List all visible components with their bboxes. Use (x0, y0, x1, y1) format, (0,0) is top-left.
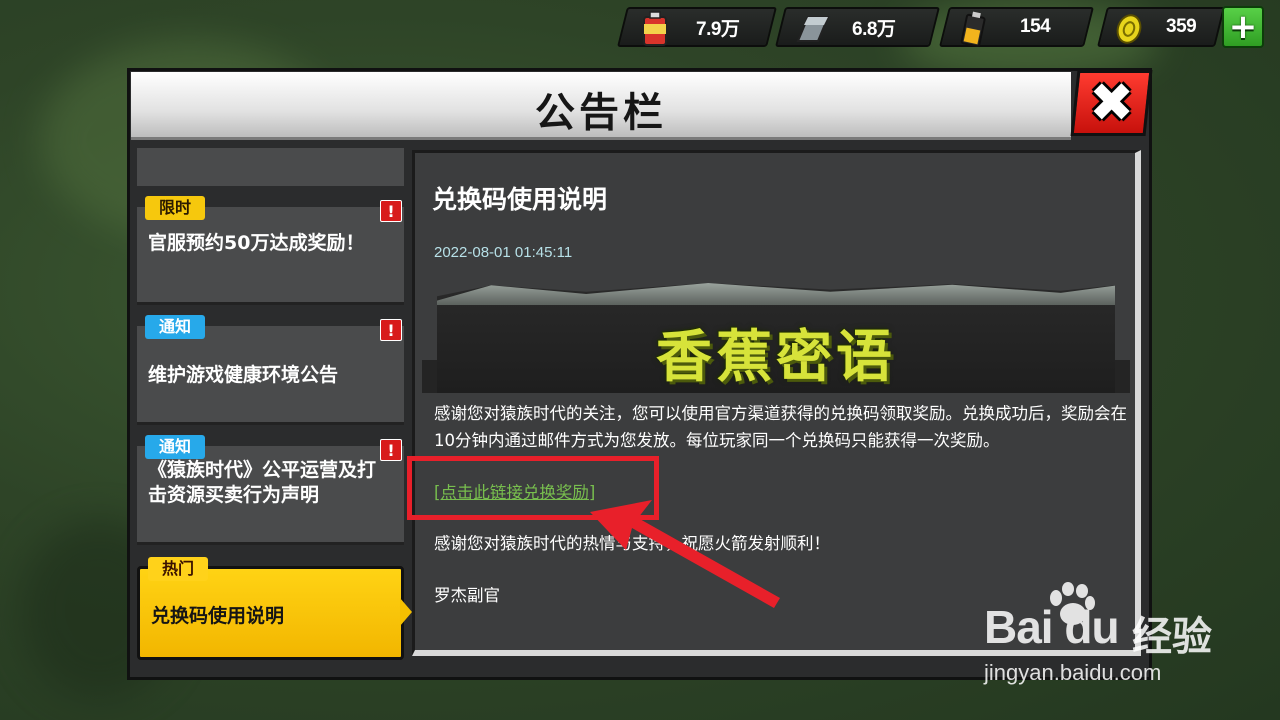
annotation-arrow-icon (590, 500, 780, 608)
close-button[interactable]: ✖ (1070, 70, 1153, 136)
watermark-brand: Bai du (984, 601, 1120, 653)
banner-title: 香蕉密语 (656, 325, 896, 390)
alert-icon: ! (380, 200, 402, 222)
article-signature: 罗杰副官 (434, 586, 500, 605)
sidebar-item-reservation-reward[interactable]: 限时 ! 官服预约50万达成奖励！ (137, 196, 404, 305)
sidebar-item-label: 官服预约50万达成奖励！ (148, 232, 365, 254)
resource-steel: 6.8万 (775, 7, 940, 47)
coin-icon (1116, 14, 1142, 44)
battery-icon (960, 11, 986, 47)
sidebar-item-partial[interactable] (137, 148, 404, 186)
article-title: 兑换码使用说明 (432, 185, 608, 214)
plus-icon: + (1228, 7, 1258, 47)
coin-amount: 359 (1166, 16, 1197, 37)
article-date: 2022-08-01 01:45:11 (434, 244, 573, 261)
close-icon: ✖ (1088, 71, 1135, 134)
sidebar-item-label: 《猿族时代》公平运营及打击资源买卖行为声明 (148, 459, 377, 506)
steel-amount: 6.8万 (852, 18, 896, 40)
page-title: 公告栏 (535, 91, 667, 135)
add-coins-button[interactable]: + (1222, 6, 1264, 48)
fuel-can-icon (643, 11, 667, 46)
tag-notice: 通知 (145, 435, 206, 459)
sidebar-item-redeem-guide[interactable]: 热门 兑换码使用说明 (137, 557, 404, 660)
sidebar-item-label: 维护游戏健康环境公告 (148, 364, 339, 386)
alert-icon: ! (380, 319, 402, 341)
fuel-amount: 7.9万 (696, 18, 740, 40)
steel-icon (796, 16, 830, 42)
active-indicator (400, 598, 412, 626)
tag-limited: 限时 (145, 196, 206, 220)
sidebar-item-healthy-environment[interactable]: 通知 ! 维护游戏健康环境公告 (137, 315, 404, 425)
watermark: Bai du 经验 jingyan.baidu.com (984, 582, 1274, 690)
resource-coin: 359 (1097, 7, 1225, 47)
watermark-product: 经验 (1132, 614, 1212, 660)
watermark-url: jingyan.baidu.com (984, 660, 1162, 685)
title-bar: 公告栏 (131, 72, 1071, 140)
sidebar-item-fair-operation[interactable]: 通知 ! 《猿族时代》公平运营及打击资源买卖行为声明 (137, 435, 404, 545)
article-body: 感谢您对猿族时代的关注，您可以使用官方渠道获得的兑换码领取奖励。兑换成功后，奖励… (434, 404, 1127, 450)
sidebar-item-label: 兑换码使用说明 (151, 605, 285, 627)
battery-amount: 154 (1020, 16, 1051, 37)
resource-battery: 154 (939, 7, 1094, 47)
tag-notice: 通知 (145, 315, 206, 339)
tag-hot: 热门 (148, 557, 209, 581)
resource-fuel: 7.9万 (617, 7, 777, 47)
